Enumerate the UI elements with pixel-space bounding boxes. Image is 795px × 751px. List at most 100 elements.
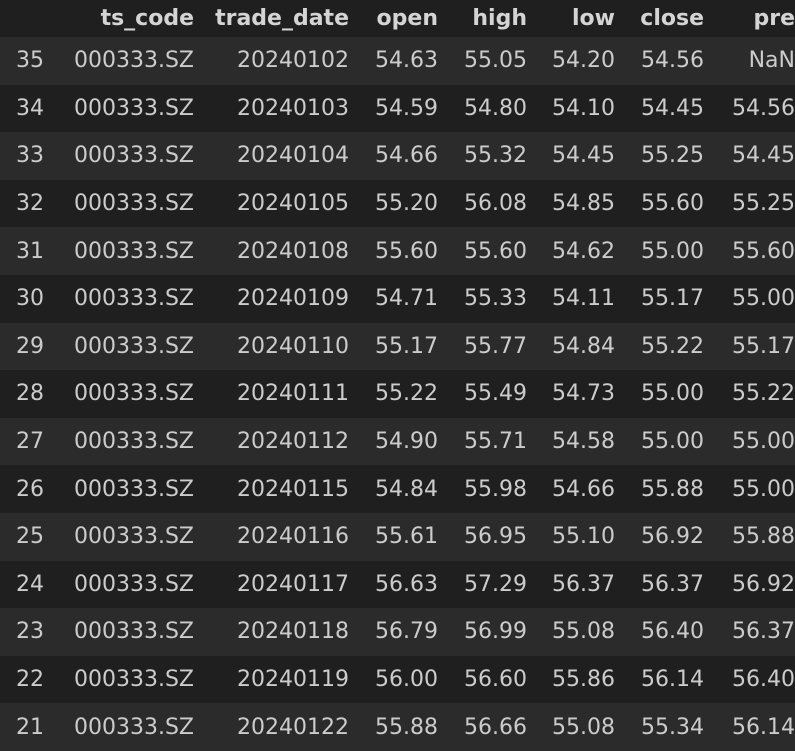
cell-close: 55.60 <box>641 191 704 217</box>
cell-low: 56.37 <box>552 571 615 597</box>
cell-low: 54.20 <box>552 48 615 74</box>
cell-index: 25 <box>16 524 44 550</box>
cell-ts-code: 000333.SZ <box>73 667 194 693</box>
table-row: 29 000333.SZ 20240110 55.17 55.77 54.84 55.22 5… <box>0 322 795 371</box>
cell-trade-date: 20240108 <box>237 238 349 264</box>
cell-low: 54.66 <box>552 476 615 502</box>
cell-ts-code: 000333.SZ <box>73 524 194 550</box>
cell-close: 56.37 <box>641 571 704 597</box>
cell-open: 55.60 <box>375 238 438 264</box>
cell-close: 55.17 <box>641 286 704 312</box>
cell-low: 54.11 <box>552 286 615 312</box>
cell-open: 56.79 <box>375 619 438 645</box>
cell-index: 23 <box>16 619 44 645</box>
header-open: open <box>376 6 438 31</box>
cell-open: 54.90 <box>375 429 438 455</box>
cell-trade-date: 20240122 <box>237 714 349 740</box>
cell-index: 21 <box>16 714 44 740</box>
cell-pre: 55.60 <box>732 238 795 264</box>
cell-pre: 54.45 <box>732 143 795 169</box>
cell-low: 54.73 <box>552 381 615 407</box>
cell-index: 35 <box>16 48 44 74</box>
cell-close: 55.00 <box>641 238 704 264</box>
cell-ts-code: 000333.SZ <box>73 48 194 74</box>
cell-close: 54.56 <box>641 48 704 74</box>
cell-ts-code: 000333.SZ <box>73 238 194 264</box>
cell-pre: 55.00 <box>732 429 795 455</box>
cell-ts-code: 000333.SZ <box>73 286 194 312</box>
header-high: high <box>472 6 527 31</box>
cell-high: 55.33 <box>464 286 527 312</box>
cell-ts-code: 000333.SZ <box>73 143 194 169</box>
cell-ts-code: 000333.SZ <box>73 429 194 455</box>
cell-pre: 55.25 <box>732 191 795 217</box>
cell-open: 55.61 <box>375 524 438 550</box>
cell-low: 55.86 <box>552 667 615 693</box>
cell-low: 54.84 <box>552 333 615 359</box>
cell-trade-date: 20240115 <box>237 476 349 502</box>
cell-open: 55.88 <box>375 714 438 740</box>
table-row: 30 000333.SZ 20240109 54.71 55.33 54.11 55.17 5… <box>0 274 795 323</box>
table-row: 33 000333.SZ 20240104 54.66 55.32 54.45 55.25 5… <box>0 132 795 180</box>
cell-open: 55.20 <box>375 191 438 217</box>
table-row: 34 000333.SZ 20240103 54.59 54.80 54.10 54.45 5… <box>0 84 795 133</box>
header-close: close <box>640 6 704 31</box>
header-pre: pre <box>753 6 795 31</box>
cell-open: 56.00 <box>375 667 438 693</box>
cell-pre: NaN <box>748 48 795 74</box>
table-body: 35 000333.SZ 20240102 54.63 55.05 54.20 54.56 N… <box>0 37 795 751</box>
cell-open: 54.66 <box>375 143 438 169</box>
cell-high: 55.32 <box>464 143 527 169</box>
cell-high: 55.71 <box>464 429 527 455</box>
cell-trade-date: 20240109 <box>237 286 349 312</box>
cell-high: 55.77 <box>464 333 527 359</box>
cell-pre: 54.56 <box>732 95 795 121</box>
cell-index: 29 <box>16 333 44 359</box>
cell-index: 22 <box>16 667 44 693</box>
table-row: 31 000333.SZ 20240108 55.60 55.60 54.62 55.00 5… <box>0 227 795 275</box>
cell-high: 56.60 <box>464 667 527 693</box>
cell-high: 57.29 <box>464 571 527 597</box>
cell-low: 54.85 <box>552 191 615 217</box>
cell-low: 55.08 <box>552 714 615 740</box>
cell-high: 56.66 <box>464 714 527 740</box>
cell-close: 55.34 <box>641 714 704 740</box>
table-row: 25 000333.SZ 20240116 55.61 56.95 55.10 56.92 5… <box>0 512 795 561</box>
cell-trade-date: 20240103 <box>237 95 349 121</box>
table-header: ts_code trade_date open high low close p… <box>0 0 795 37</box>
dataframe-table: ts_code trade_date open high low close p… <box>0 0 795 751</box>
header-ts-code: ts_code <box>100 6 194 31</box>
cell-close: 55.88 <box>641 476 704 502</box>
cell-ts-code: 000333.SZ <box>73 95 194 121</box>
cell-index: 31 <box>16 238 44 264</box>
cell-close: 55.25 <box>641 143 704 169</box>
table-row: 27 000333.SZ 20240112 54.90 55.71 54.58 55.00 5… <box>0 417 795 466</box>
cell-pre: 55.88 <box>732 524 795 550</box>
cell-low: 54.10 <box>552 95 615 121</box>
cell-ts-code: 000333.SZ <box>73 476 194 502</box>
header-trade-date: trade_date <box>215 6 349 31</box>
cell-pre: 56.92 <box>732 571 795 597</box>
cell-index: 26 <box>16 476 44 502</box>
cell-pre: 55.00 <box>732 286 795 312</box>
cell-close: 56.92 <box>641 524 704 550</box>
table-row: 23 000333.SZ 20240118 56.79 56.99 55.08 56.40 5… <box>0 608 795 656</box>
cell-close: 55.00 <box>641 381 704 407</box>
cell-close: 54.45 <box>641 95 704 121</box>
cell-ts-code: 000333.SZ <box>73 191 194 217</box>
cell-open: 55.22 <box>375 381 438 407</box>
cell-trade-date: 20240111 <box>237 381 349 407</box>
table-row: 28 000333.SZ 20240111 55.22 55.49 54.73 55.00 5… <box>0 370 795 418</box>
cell-trade-date: 20240104 <box>237 143 349 169</box>
cell-index: 28 <box>16 381 44 407</box>
cell-trade-date: 20240117 <box>237 571 349 597</box>
cell-pre: 56.40 <box>732 667 795 693</box>
header-row: ts_code trade_date open high low close p… <box>0 0 795 37</box>
cell-open: 54.84 <box>375 476 438 502</box>
cell-trade-date: 20240112 <box>237 429 349 455</box>
cell-index: 24 <box>16 571 44 597</box>
cell-pre: 55.00 <box>732 476 795 502</box>
cell-pre: 55.22 <box>732 381 795 407</box>
cell-pre: 55.17 <box>732 333 795 359</box>
cell-low: 55.08 <box>552 619 615 645</box>
